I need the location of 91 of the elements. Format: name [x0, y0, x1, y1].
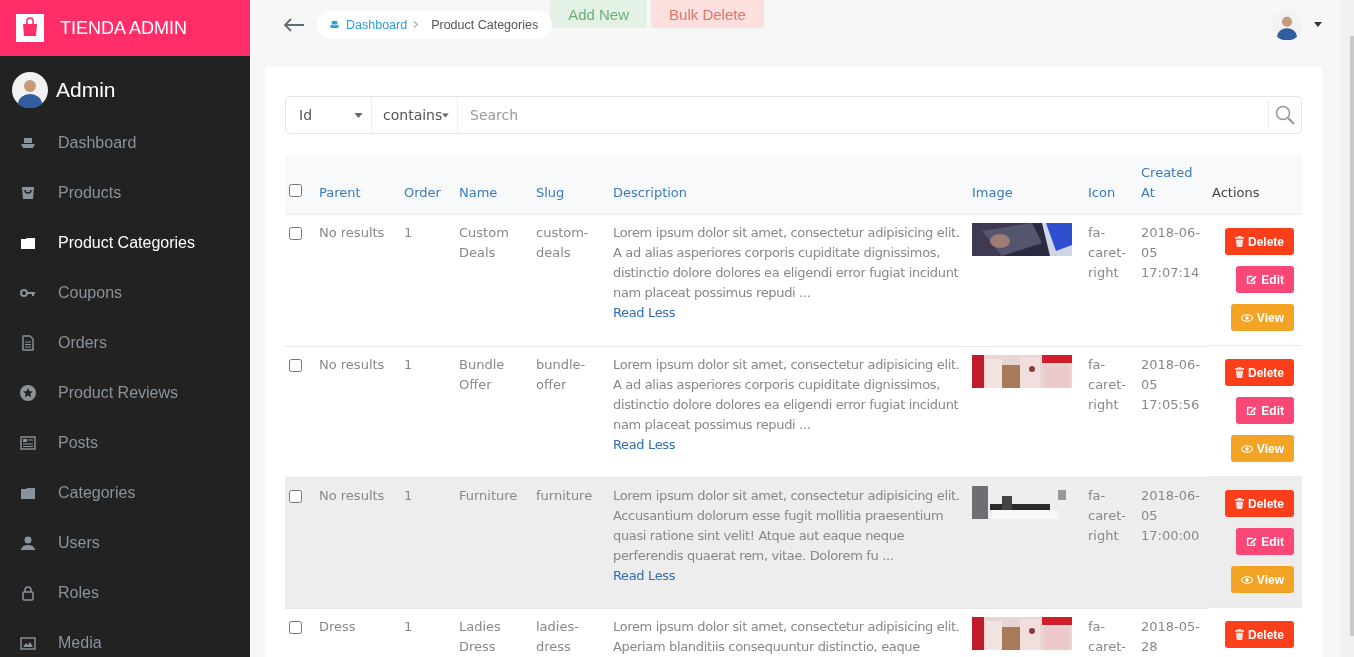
sidebar-item[interactable]: Users [0, 518, 250, 568]
search-field[interactable]: Id contains Search [285, 96, 1302, 134]
caret-icon [442, 112, 449, 118]
back-arrow-icon[interactable] [283, 16, 305, 33]
edit-button[interactable]: Edit [1236, 528, 1294, 555]
avatar [12, 72, 48, 108]
table-cell: Furniture [459, 487, 518, 503]
search-icon[interactable] [1275, 105, 1295, 125]
description-text: Lorem ipsum dolor sit amet, consectetur adipisicing elit. A ad alias asperiores corporis cupiditate dignissimos, distinctio dolore dolores ea eligendi error fugiat incidunt nam placeat possimus repudi ... [613, 224, 961, 302]
row-checkbox[interactable] [289, 227, 302, 240]
table-cell-text: 2018-06-05 17:05:56 [1141, 355, 1201, 414]
bulk-delete-button[interactable]: Bulk Delete [651, 0, 764, 28]
table-cell: custom-deals [536, 225, 589, 260]
shopping-bag-icon [16, 14, 44, 42]
table-cell: furniture [536, 487, 593, 503]
delete-button[interactable]: Delete [1224, 621, 1294, 648]
table-cell: No results [319, 356, 385, 372]
chevron-icon [413, 20, 420, 29]
edit-icon [1246, 405, 1258, 416]
table-cell: 1 [404, 487, 413, 503]
user-icon [20, 535, 36, 551]
row-checkbox[interactable] [289, 358, 302, 372]
sidebar-item[interactable]: Categories [0, 468, 250, 518]
table-cell: 1 [404, 618, 413, 634]
read-less-link[interactable]: Read Less [613, 567, 676, 583]
add-new-button[interactable]: Add New [550, 0, 648, 28]
sidebar-item[interactable]: Products [0, 168, 250, 218]
boat-icon [20, 135, 36, 151]
trash-icon [1234, 367, 1244, 378]
sidebar-item[interactable]: Product Categories [0, 218, 250, 268]
edit-button[interactable]: Edit [1236, 397, 1294, 424]
caret-icon[interactable] [1314, 22, 1322, 27]
bag-icon [20, 185, 36, 201]
description-text: Lorem ipsum dolor sit amet, consectetur adipisicing elit. A ad alias asperiores corporis cupiditate dignissimos, distinctio dolore dolores ea eligendi error fugiat incidunt nam placeat possimus repudi ... [613, 355, 961, 434]
table-cell-text: 2018-06-05 17:07:14 [1141, 224, 1201, 282]
edit-button[interactable]: Edit [1236, 266, 1294, 293]
description-text: Lorem ipsum dolor sit amet, consectetur adipisicing elit. Accusantium dolorum esse fugit mollitia praesentium quasi ratione sint velit! Atque aut eaque neque perferendis quaerat rem, vitae. Dolorem fu ... [613, 486, 961, 565]
table-cell: fa-caret-right [1088, 225, 1126, 280]
description-text: Lorem ipsum dolor sit amet, consectetur adipisicing elit. Aperiam blanditiis consequuntur distinctio, eaque [613, 617, 961, 656]
eye-icon [1240, 444, 1253, 453]
read-less-link[interactable]: Read Less [613, 436, 676, 452]
sidebar-item[interactable]: Media [0, 618, 250, 657]
images-icon [20, 635, 36, 651]
sidebar-item[interactable]: Product Reviews [0, 368, 250, 418]
table-cell: bundle-offer [536, 356, 586, 392]
sidebar-item[interactable]: Dashboard [0, 118, 250, 168]
table-cell: No results [319, 225, 385, 240]
edit-icon [1246, 274, 1258, 285]
table-cell: fa-caret-right [1088, 356, 1126, 412]
breadcrumb-link[interactable]: Dashboard [346, 17, 408, 32]
table-cell: 1 [404, 225, 413, 240]
table-cell: 1 [404, 356, 413, 372]
document-icon [20, 335, 36, 351]
breadcrumb-current: Product Categories [431, 17, 539, 32]
table-cell: Custom Deals [459, 225, 509, 260]
delete-button[interactable]: Delete [1224, 359, 1294, 386]
folder-icon [20, 485, 36, 501]
sidebar-item[interactable]: Coupons [0, 268, 250, 318]
boat-icon [329, 19, 340, 30]
table-cell: Bundle Offer [459, 356, 505, 392]
trash-icon [1234, 498, 1244, 509]
star-icon [20, 385, 36, 401]
sidebar-item[interactable]: Roles [0, 568, 250, 618]
eye-icon [1240, 313, 1253, 322]
sidebar-item[interactable]: Orders [0, 318, 250, 368]
user-name: Admin [56, 78, 116, 102]
eye-icon [1240, 575, 1253, 584]
trash-icon [1234, 236, 1244, 247]
table-cell: fa-caret- [1088, 618, 1126, 654]
field-select[interactable]: Id [286, 97, 372, 133]
lock-icon [20, 585, 36, 601]
delete-button[interactable]: Delete [1224, 490, 1294, 517]
table-cell: Ladies Dress [459, 618, 501, 654]
sidebar-item[interactable]: Posts [0, 418, 250, 468]
table-cell: Dress [319, 618, 356, 634]
row-checkbox[interactable] [289, 489, 302, 503]
read-less-link[interactable]: Read Less [613, 305, 676, 320]
select-all-checkbox[interactable] [289, 184, 302, 197]
newspaper-icon [20, 435, 36, 451]
edit-icon [1246, 536, 1258, 547]
trash-icon [1234, 629, 1244, 640]
delete-button[interactable]: Delete [1224, 228, 1294, 255]
table-cell: ladies-dress [536, 618, 579, 654]
caret-icon [354, 112, 363, 118]
folder-icon [20, 235, 36, 251]
row-checkbox[interactable] [289, 620, 302, 634]
table-cell-text: 2018-06-05 17:00:00 [1141, 486, 1201, 545]
table-cell-text: 2018-05-28 [1141, 617, 1201, 656]
brand-title: TIENDA ADMIN [60, 17, 188, 39]
table-cell: fa-caret-right [1088, 487, 1126, 543]
table-cell: No results [319, 487, 385, 503]
